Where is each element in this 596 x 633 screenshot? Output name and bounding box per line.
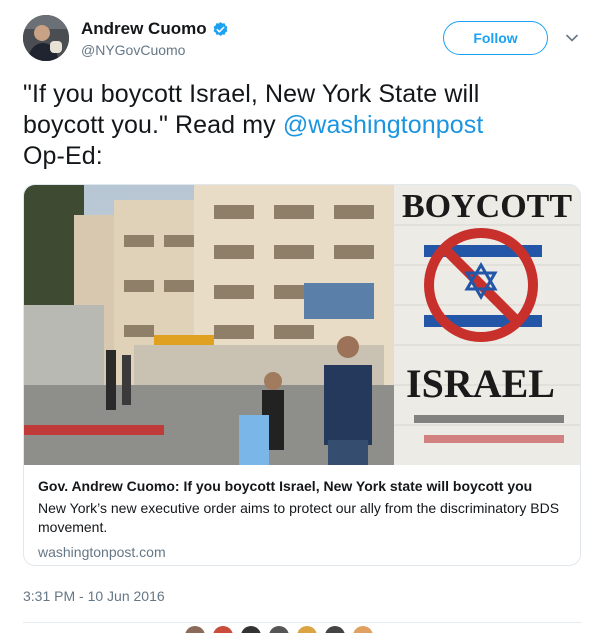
follow-button[interactable]: Follow: [443, 21, 548, 55]
verified-badge-icon: [213, 21, 227, 36]
author-info: Andrew Cuomo @NYGovCuomo: [81, 19, 229, 58]
graffiti-israel-text: ISRAEL: [406, 361, 555, 406]
card-image[interactable]: BOYCOTT ISRAEL: [24, 185, 581, 465]
author-display-name[interactable]: Andrew Cuomo: [81, 19, 229, 39]
tweet-text: "If you boycott Israel, New York State w…: [23, 79, 563, 172]
liker-avatar[interactable]: [269, 626, 289, 633]
display-name-text[interactable]: Andrew Cuomo: [81, 19, 207, 39]
tweet-timestamp[interactable]: 3:31 PM - 10 Jun 2016: [23, 588, 165, 604]
card-body: Gov. Andrew Cuomo: If you boycott Israel…: [38, 477, 568, 560]
liker-avatar[interactable]: [213, 626, 233, 633]
mention-link[interactable]: @washingtonpost: [283, 111, 484, 139]
liker-avatar[interactable]: [325, 626, 345, 633]
tweet-text-part: Op-Ed:: [23, 142, 103, 170]
graffiti-boycott-text: BOYCOTT: [402, 188, 572, 225]
author-handle[interactable]: @NYGovCuomo: [81, 42, 229, 58]
link-card[interactable]: BOYCOTT ISRAEL Gov. Andrew Cuomo: If you…: [23, 184, 581, 566]
card-domain[interactable]: washingtonpost.com: [38, 544, 568, 560]
liker-avatar[interactable]: [353, 626, 373, 633]
liker-avatar[interactable]: [185, 626, 205, 633]
avatar-photo: [23, 15, 69, 61]
liker-avatar[interactable]: [297, 626, 317, 633]
liker-avatar[interactable]: [241, 626, 261, 633]
chevron-down-icon[interactable]: [565, 31, 579, 45]
card-title[interactable]: Gov. Andrew Cuomo: If you boycott Israel…: [38, 477, 568, 496]
card-description: New York’s new executive order aims to p…: [38, 500, 560, 535]
divider: [23, 622, 582, 623]
likers-avatars[interactable]: [185, 626, 445, 633]
tweet-header: Andrew Cuomo @NYGovCuomo Follow: [23, 15, 582, 67]
author-avatar[interactable]: [23, 15, 69, 61]
